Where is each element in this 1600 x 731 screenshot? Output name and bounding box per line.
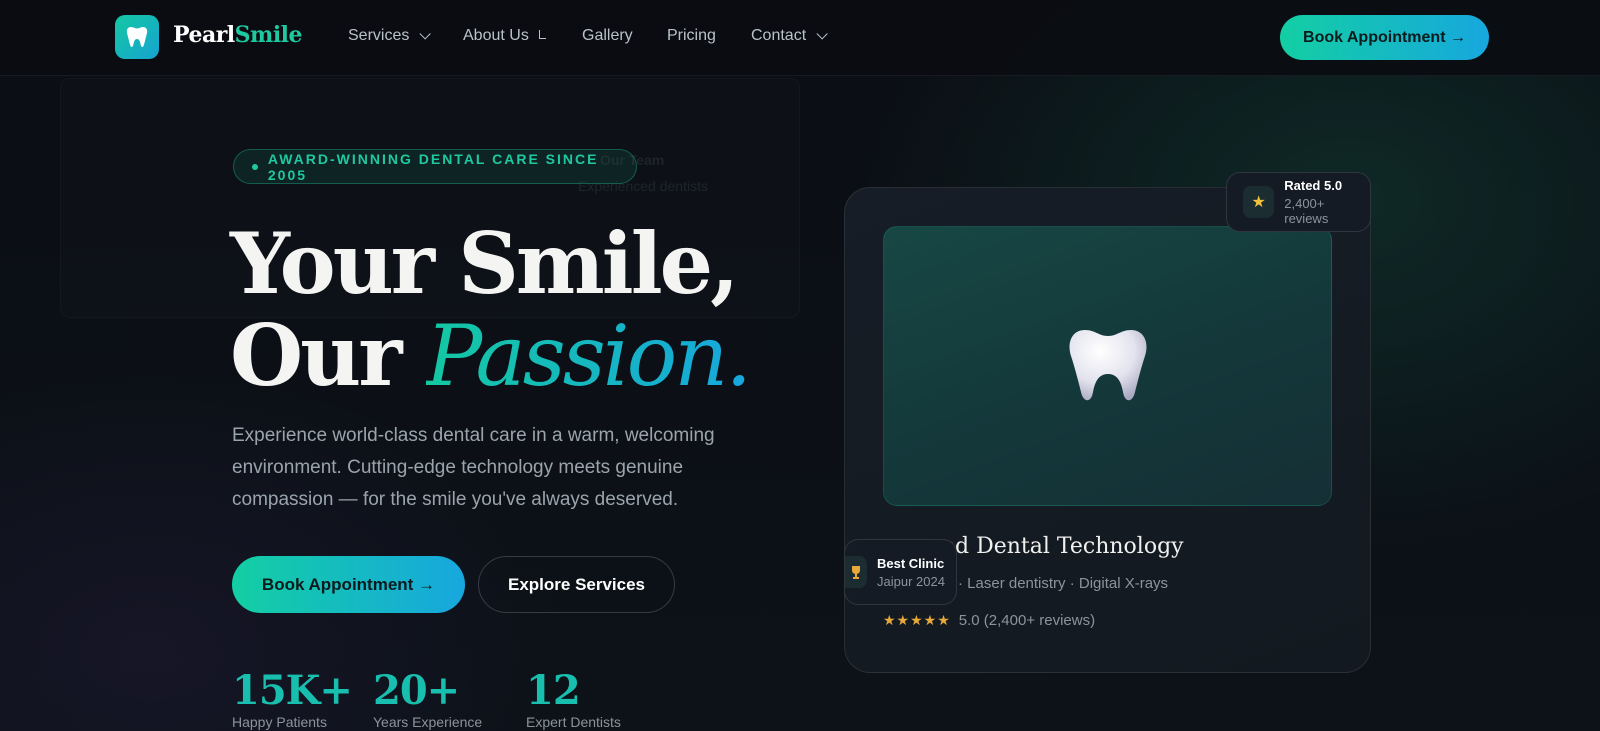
stat-value: 12 — [526, 667, 581, 714]
trophy-icon — [845, 556, 867, 588]
nav-item-label: Contact — [751, 27, 807, 44]
brand-name-part1: Pearl — [173, 22, 235, 48]
feature-card-title: ed Dental Technology — [942, 534, 1184, 559]
top-navbar: PearlSmile Services About Us Gallery Pri… — [0, 0, 1600, 76]
stat-expert-dentists: 12 Expert Dentists — [526, 667, 621, 731]
nav-item-label: About Us — [463, 27, 529, 44]
award-badge-text: AWARD-WINNING DENTAL CARE SINCE 2005 — [267, 150, 599, 183]
stat-happy-patients: 15K+ Happy Patients — [232, 667, 353, 731]
stat-label: Happy Patients — [232, 714, 327, 730]
nav-book-appointment-button[interactable]: Book Appointment → — [1280, 15, 1489, 60]
chevron-down-icon — [816, 28, 828, 40]
nav-item-contact[interactable]: Contact — [751, 27, 828, 45]
rated-badge-title: Rated 5.0 — [1284, 178, 1343, 193]
rated-badge-subtitle: 2,400+ reviews — [1284, 196, 1329, 226]
hero-lead-paragraph: Experience world-class dental care in a … — [232, 425, 715, 510]
trophy-glyph — [852, 566, 860, 579]
hero-title: Your Smile, Our Passion. — [230, 218, 752, 405]
chevron-down-icon — [419, 28, 432, 40]
status-dot-icon — [252, 163, 258, 170]
hero-title-line2-accent: Passion. — [425, 307, 752, 405]
rating-text: 5.0 (2,400+ reviews) — [958, 612, 1096, 629]
nav-item-pricing[interactable]: Pricing — [667, 27, 716, 45]
logo-badge[interactable] — [115, 15, 159, 59]
nav-item-about[interactable]: About Us — [463, 27, 546, 45]
best-clinic-subtitle: Jaipur 2024 — [877, 573, 945, 589]
feature-card-rating: ★★★★★ 5.0 (2,400+ reviews) — [883, 612, 1095, 629]
best-clinic-badge: Best Clinic Jaipur 2024 — [844, 539, 957, 605]
star-icon: ★ — [1243, 186, 1275, 218]
stat-years-experience: 20+ Years Experience — [373, 667, 483, 731]
book-appointment-button[interactable]: Book Appointment → — [232, 556, 465, 613]
hero-title-line2-plain: Our — [230, 306, 426, 405]
feature-card-subtitle: · Laser dentistry · Digital X-rays — [958, 575, 1169, 592]
hero-title-line1: Your Smile, — [230, 214, 739, 313]
explore-services-button[interactable]: Explore Services — [478, 556, 675, 613]
feature-card-image — [883, 226, 1332, 506]
brand-name[interactable]: PearlSmile — [173, 22, 303, 48]
nav-item-gallery[interactable]: Gallery — [582, 27, 633, 45]
rating-stars-icon: ★★★★★ — [883, 612, 951, 628]
award-badge: AWARD-WINNING DENTAL CARE SINCE 2005 — [233, 149, 637, 184]
chevron-fragment-icon — [538, 29, 546, 39]
stat-value: 15K+ — [232, 667, 353, 714]
best-clinic-title: Best Clinic — [877, 555, 945, 571]
tooth-icon — [1069, 330, 1146, 401]
stat-label: Years Experience — [373, 714, 483, 730]
nav-item-label: Services — [348, 27, 410, 44]
brand-name-part2: Smile — [234, 22, 303, 48]
tooth-icon — [126, 27, 148, 48]
stat-label: Expert Dentists — [526, 714, 621, 730]
nav-item-label: Gallery — [582, 27, 633, 44]
stat-value: 20+ — [373, 667, 460, 714]
rated-badge: ★ Rated 5.0 2,400+ reviews — [1226, 172, 1371, 232]
nav-item-services[interactable]: Services — [348, 27, 432, 45]
nav-item-label: Pricing — [667, 27, 716, 44]
